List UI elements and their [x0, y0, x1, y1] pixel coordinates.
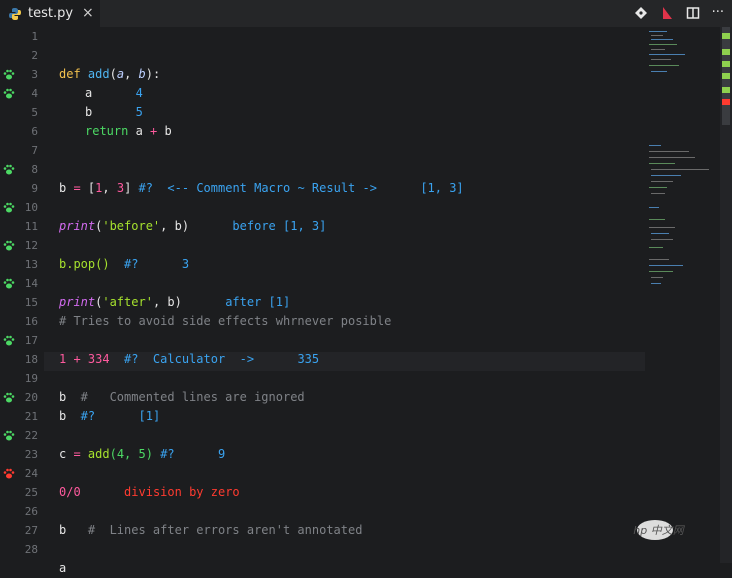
minimap[interactable]	[645, 27, 717, 563]
line-number: 21	[24, 410, 38, 423]
code-line: a 4	[85, 86, 143, 100]
line-number: 5	[31, 106, 38, 119]
line-number: 23	[24, 448, 38, 461]
paw-icon[interactable]	[3, 88, 15, 100]
line-number: 20	[24, 391, 38, 404]
paw-icon[interactable]	[3, 278, 15, 290]
editor-window: test.py × ··· 1 2 def add(a, b): 3 a 4 4…	[0, 0, 732, 575]
tab-test-py[interactable]: test.py ×	[0, 0, 100, 27]
git-compare-icon[interactable]	[634, 6, 648, 20]
paw-icon-error[interactable]	[3, 468, 15, 480]
paw-icon[interactable]	[3, 69, 15, 81]
line-number: 10	[24, 201, 38, 214]
line-number: 11	[24, 220, 38, 233]
paw-icon[interactable]	[3, 392, 15, 404]
paw-icon[interactable]	[3, 164, 15, 176]
line-number: 27	[24, 524, 38, 537]
line-number: 1	[31, 30, 38, 43]
close-icon[interactable]: ×	[82, 5, 94, 21]
code-line: b.pop() #? 3	[59, 257, 190, 271]
line-number: 9	[31, 182, 38, 195]
code-line: print('before', b) before [1, 3]	[59, 219, 327, 233]
code-line: return a + b	[85, 124, 172, 138]
line-number: 25	[24, 486, 38, 499]
code-line: def add(a, b):	[59, 67, 161, 81]
python-icon	[9, 7, 21, 20]
code-line: b 5	[85, 105, 143, 119]
code-editor[interactable]: 1 2 def add(a, b): 3 a 4 4 b 5 5 return …	[0, 27, 645, 575]
line-number: 22	[24, 429, 38, 442]
code-line: b # Commented lines are ignored	[59, 390, 305, 404]
vertical-scrollbar[interactable]	[720, 27, 732, 563]
paw-icon[interactable]	[3, 430, 15, 442]
code-line: c = add(4, 5) #? 9	[59, 447, 226, 461]
code-line: 0/0 division by zero	[59, 485, 240, 499]
editor-actions: ···	[634, 5, 724, 20]
more-icon[interactable]: ···	[712, 5, 724, 20]
line-number: 14	[24, 277, 38, 290]
tab-bar: test.py × ···	[0, 0, 732, 27]
line-number: 7	[31, 144, 38, 157]
line-number: 28	[24, 543, 38, 556]
code-line: b # Lines after errors aren't annotated	[59, 523, 363, 537]
line-number: 12	[24, 239, 38, 252]
line-number: 16	[24, 315, 38, 328]
split-editor-icon[interactable]	[686, 6, 700, 20]
code-line: b #? [1]	[59, 409, 161, 423]
svg-text:php 中文网: php 中文网	[633, 524, 686, 537]
paw-icon[interactable]	[3, 240, 15, 252]
line-number: 3	[31, 68, 38, 81]
line-number: 26	[24, 505, 38, 518]
line-number: 24	[24, 467, 38, 480]
code-line: 1 + 334 #? Calculator -> 335	[59, 352, 320, 366]
code-line: a	[59, 561, 67, 575]
code-line: b = [1, 3] #? <-- Comment Macro ~ Result…	[59, 181, 464, 195]
line-number: 2	[31, 49, 38, 62]
code-line: print('after', b) after [1]	[59, 295, 291, 309]
line-number: 19	[24, 372, 38, 385]
line-number: 15	[24, 296, 38, 309]
code-line: # Tries to avoid side effects whrnever p…	[59, 314, 392, 328]
line-number: 18	[24, 353, 38, 366]
watermark-logo: php 中文网	[625, 516, 721, 556]
line-number: 13	[24, 258, 38, 271]
paw-icon[interactable]	[3, 202, 15, 214]
paw-icon[interactable]	[3, 335, 15, 347]
tab-label: test.py	[28, 6, 74, 21]
line-number: 8	[31, 163, 38, 176]
line-number: 17	[24, 334, 38, 347]
debug-icon[interactable]	[660, 6, 674, 20]
line-number: 4	[31, 87, 38, 100]
line-number: 6	[31, 125, 38, 138]
